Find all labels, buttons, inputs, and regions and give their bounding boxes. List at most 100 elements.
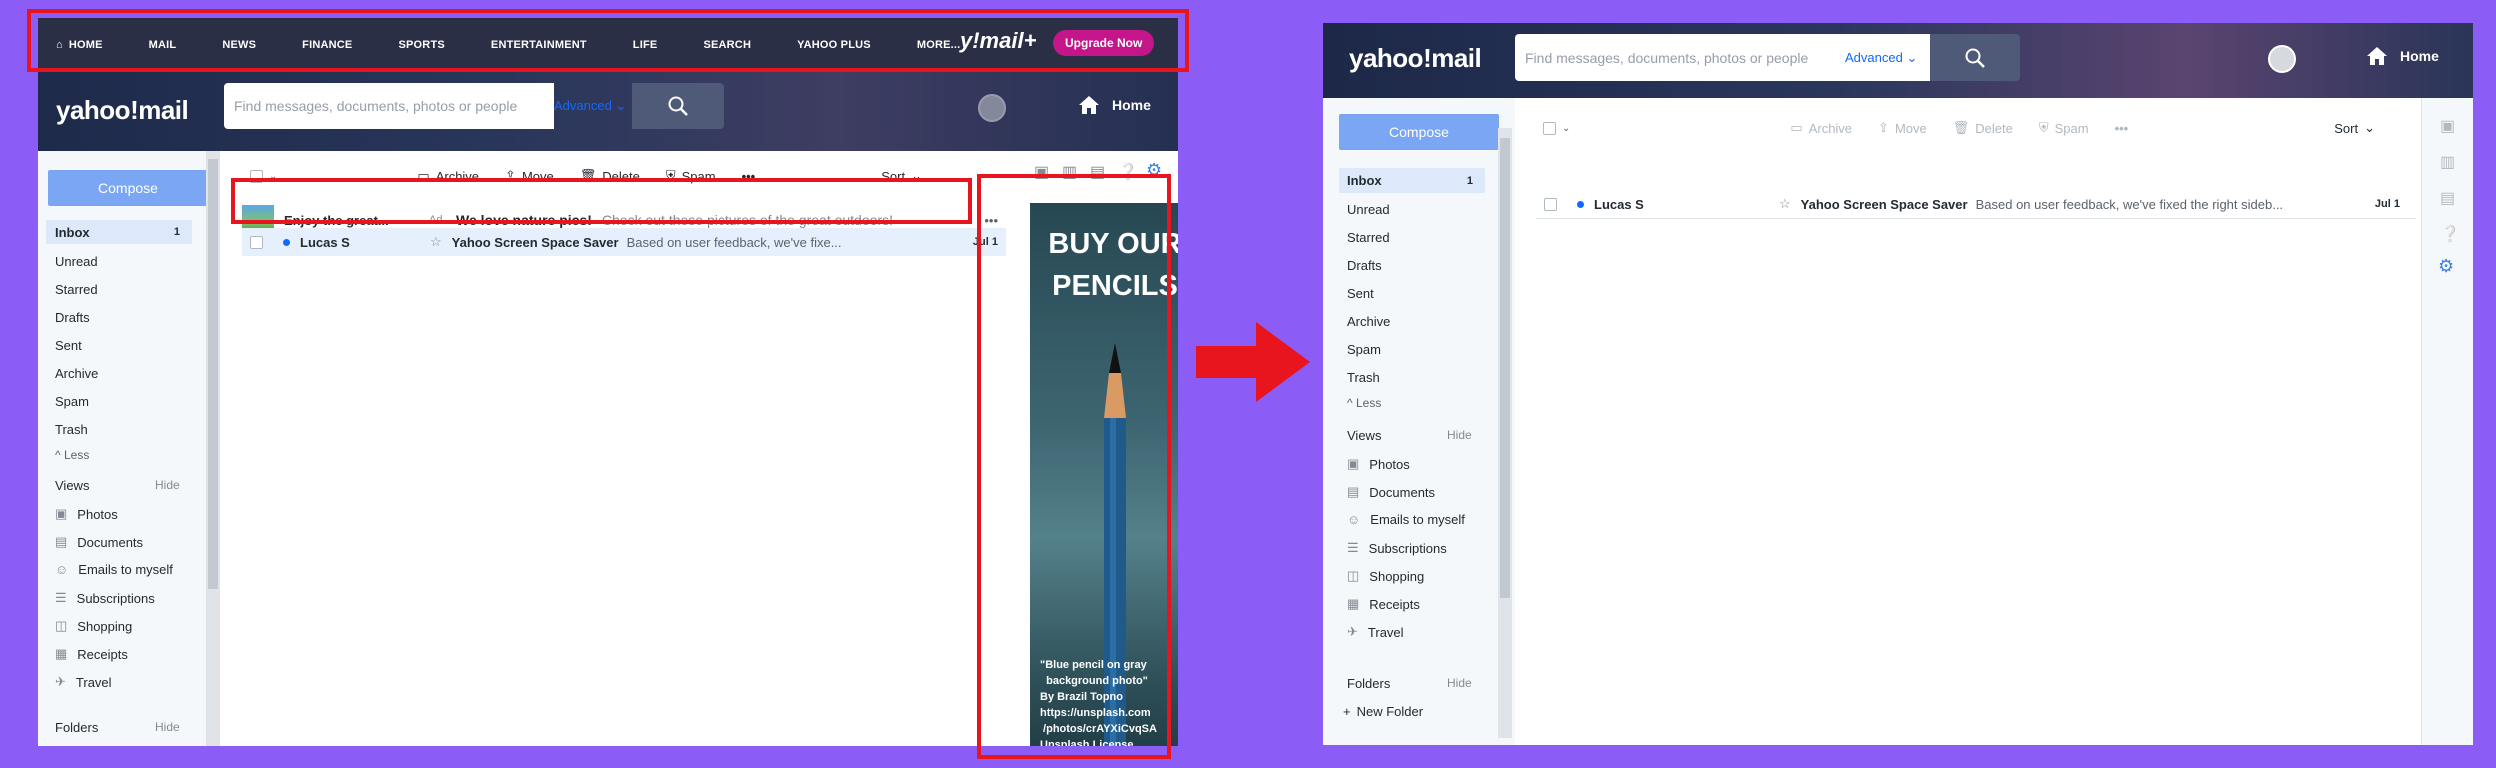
profile-avatar[interactable] (978, 94, 1006, 122)
view-shopping[interactable]: ◫ Shopping (1347, 568, 1424, 584)
view-receipts[interactable]: ▦ Receipts (55, 646, 128, 662)
view-photos[interactable]: ▣ Photos (1347, 456, 1410, 472)
yahoo-mail-logo[interactable]: yahoo!mail (1349, 43, 1482, 74)
document-icon: ▤ (55, 534, 68, 549)
folder-archive[interactable]: Archive (1347, 314, 1390, 329)
less-toggle[interactable]: ^ Less (55, 448, 89, 462)
folder-unread[interactable]: Unread (55, 254, 98, 269)
search-button[interactable] (1930, 34, 2020, 81)
folder-trash[interactable]: Trash (55, 422, 88, 437)
view-travel[interactable]: ✈ Travel (55, 674, 112, 690)
move-button[interactable]: ⇪ Move (1878, 120, 1927, 136)
search-icon (1965, 48, 1985, 68)
new-folder-button[interactable]: + New Folder (1343, 704, 1423, 719)
less-toggle[interactable]: ^ Less (1347, 396, 1381, 410)
folder-spam[interactable]: Spam (1347, 342, 1381, 357)
view-emails-to-myself[interactable]: ☺ Emails to myself (1347, 512, 1465, 527)
after-mail-window: yahoo!mail Find messages, documents, pho… (1323, 23, 2473, 745)
help-icon[interactable]: ❔ (2440, 224, 2460, 244)
view-travel[interactable]: ✈ Travel (1347, 624, 1404, 640)
folder-archive[interactable]: Archive (55, 366, 98, 381)
view-receipts[interactable]: ▦ Receipts (1347, 596, 1420, 612)
calendar-icon[interactable]: ▥ (2440, 152, 2455, 172)
home-link[interactable]: Home (1078, 95, 1151, 115)
view-shopping[interactable]: ◫ Shopping (55, 618, 132, 634)
chevron-up-icon: ^ (1347, 396, 1353, 410)
spam-button[interactable]: ⛨ Spam (2039, 120, 2089, 136)
compose-button[interactable]: Compose (1339, 114, 1499, 150)
views-hide-link[interactable]: Hide (1447, 428, 1472, 442)
message-row[interactable]: Lucas S ☆ Yahoo Screen Space Saver Based… (242, 228, 1006, 256)
delete-button[interactable]: 🗑 Delete (1953, 120, 2013, 136)
message-row[interactable]: Lucas S ☆ Yahoo Screen Space Saver Based… (1536, 190, 2416, 218)
folder-inbox[interactable]: Inbox 1 (46, 220, 192, 244)
yahoo-mail-logo[interactable]: yahoo!mail (56, 95, 189, 126)
view-emails-to-myself[interactable]: ☺ Emails to myself (55, 562, 173, 577)
search-button[interactable] (632, 83, 724, 129)
profile-avatar[interactable] (2268, 45, 2296, 73)
folder-drafts[interactable]: Drafts (55, 310, 90, 325)
document-icon: ▤ (1347, 484, 1360, 499)
sidebar: Compose Inbox 1 Unread Starred Drafts Sen… (38, 151, 220, 746)
highlight-ad-banner (977, 174, 1171, 759)
arrow-right-icon (1196, 322, 1310, 402)
select-all-checkbox[interactable] (1543, 121, 1556, 135)
sidebar-scrollbar[interactable] (1498, 128, 1512, 738)
photo-icon: ▣ (1347, 456, 1360, 471)
person-icon: ☺ (55, 562, 69, 577)
folder-drafts[interactable]: Drafts (1347, 258, 1382, 273)
folder-trash[interactable]: Trash (1347, 370, 1380, 385)
plus-icon: + (1343, 704, 1351, 719)
view-photos[interactable]: ▣ Photos (55, 506, 118, 522)
folders-label: Folders (55, 720, 99, 735)
folder-inbox[interactable]: Inbox 1 (1339, 168, 1485, 193)
chevron-up-icon: ^ (55, 448, 61, 462)
folder-starred[interactable]: Starred (1347, 230, 1390, 245)
view-documents[interactable]: ▤ Documents (1347, 484, 1435, 500)
folders-hide-link[interactable]: Hide (155, 720, 180, 734)
notepad-icon[interactable]: ▤ (2440, 188, 2455, 208)
home-icon (1079, 96, 1099, 114)
folders-label: Folders (1347, 676, 1391, 691)
view-documents[interactable]: ▤ Documents (55, 534, 143, 550)
views-hide-link[interactable]: Hide (155, 478, 180, 492)
folder-sent[interactable]: Sent (1347, 286, 1374, 301)
contacts-icon[interactable]: ▣ (2440, 116, 2455, 136)
advanced-search-toggle[interactable]: Advanced ⌄ (554, 98, 626, 114)
folder-starred[interactable]: Starred (55, 282, 98, 297)
folder-spam[interactable]: Spam (55, 394, 89, 409)
archive-icon: ▭ (1790, 120, 1803, 135)
right-rail-icons: ▣ ▥ ▤ ❔ ⚙ (2421, 98, 2473, 745)
view-subscriptions[interactable]: ☰ Subscriptions (1347, 540, 1447, 556)
move-icon: ⇪ (1878, 120, 1889, 135)
home-link[interactable]: Home (2366, 46, 2439, 66)
star-icon[interactable]: ☆ (1779, 196, 1791, 212)
row-divider (1536, 218, 2416, 219)
settings-gear-icon[interactable]: ⚙ (2438, 256, 2454, 277)
subscriptions-icon: ☰ (1347, 540, 1359, 555)
chevron-down-icon[interactable]: ⌄ (1562, 123, 1570, 134)
more-actions-button[interactable]: ••• (2115, 121, 2129, 136)
view-subscriptions[interactable]: ☰ Subscriptions (55, 590, 155, 606)
highlight-top-nav (27, 9, 1189, 72)
archive-button[interactable]: ▭ Archive (1790, 120, 1852, 136)
message-checkbox[interactable] (1544, 197, 1557, 211)
plane-icon: ✈ (1347, 624, 1358, 639)
more-icon: ••• (2114, 120, 2129, 136)
receipt-icon: ▦ (55, 646, 68, 661)
folder-sent[interactable]: Sent (55, 338, 82, 353)
compose-button[interactable]: Compose (48, 170, 208, 206)
advanced-search-toggle[interactable]: Advanced ⌄ (1845, 50, 1917, 66)
star-icon[interactable]: ☆ (430, 234, 442, 250)
plane-icon: ✈ (55, 674, 66, 689)
sidebar-scrollbar[interactable] (206, 151, 220, 746)
search-input[interactable]: Find messages, documents, photos or peop… (224, 83, 626, 129)
sort-button[interactable]: Sort ⌄ (2334, 120, 2375, 136)
search-input[interactable]: Find messages, documents, photos or peop… (1515, 34, 1930, 81)
mail-header: yahoo!mail Find messages, documents, pho… (1323, 23, 2473, 98)
folders-hide-link[interactable]: Hide (1447, 676, 1472, 690)
message-toolbar: ⌄ ▭ Archive ⇪ Move 🗑 Delete ⛨ Spam ••• Sort ⌄ (1543, 115, 2423, 141)
message-checkbox[interactable] (250, 235, 263, 249)
folder-unread[interactable]: Unread (1347, 202, 1390, 217)
shopping-icon: ◫ (55, 618, 68, 633)
